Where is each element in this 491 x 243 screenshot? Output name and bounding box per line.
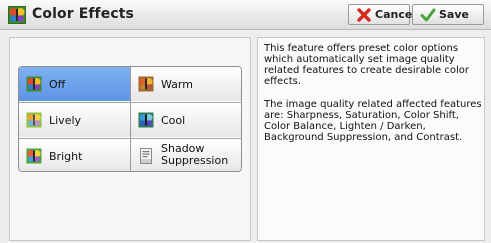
color-effects-screen: Color Effects Cancel Save Off Warm Livel… — [0, 0, 491, 243]
save-label: Save — [439, 8, 469, 21]
description-panel: This feature offers preset color options… — [257, 37, 485, 241]
green-check-icon — [420, 8, 436, 22]
description-paragraph-2: The image quality related affected featu… — [264, 99, 482, 143]
butterfly-icon — [26, 76, 42, 92]
color-effect-options: Off Warm Lively Cool Bright Shadow Suppr… — [18, 66, 242, 172]
option-lively-label: Lively — [49, 114, 82, 127]
butterfly-bright-icon — [26, 148, 42, 164]
option-warm-label: Warm — [161, 78, 193, 91]
option-off-label: Off — [49, 78, 66, 91]
document-icon — [140, 148, 152, 164]
option-cool[interactable]: Cool — [131, 103, 241, 137]
grid-divider-horizontal — [19, 138, 241, 139]
butterfly-icon — [8, 6, 26, 24]
option-shadow-suppression[interactable]: Shadow Suppression — [131, 139, 241, 171]
header-bar: Color Effects Cancel Save — [0, 0, 491, 30]
shadow-suppression-line2: Suppression — [161, 154, 229, 167]
butterfly-warm-icon — [138, 76, 154, 92]
option-off[interactable]: Off — [19, 67, 130, 101]
cancel-button[interactable]: Cancel — [348, 4, 416, 25]
cancel-label: Cancel — [375, 8, 417, 21]
option-bright-label: Bright — [49, 150, 83, 163]
grid-divider-vertical — [130, 67, 131, 171]
page-title: Color Effects — [32, 6, 134, 22]
option-bright[interactable]: Bright — [19, 139, 130, 171]
save-button[interactable]: Save — [412, 4, 484, 25]
red-x-icon — [357, 8, 371, 22]
option-cool-label: Cool — [161, 114, 186, 127]
description-paragraph-1: This feature offers preset color options… — [264, 43, 469, 87]
option-warm[interactable]: Warm — [131, 67, 241, 101]
option-lively[interactable]: Lively — [19, 103, 130, 137]
option-shadow-suppression-label: Shadow Suppression — [161, 143, 228, 167]
butterfly-cool-icon — [138, 112, 154, 128]
butterfly-lively-icon — [26, 112, 42, 128]
grid-divider-horizontal — [19, 102, 241, 103]
